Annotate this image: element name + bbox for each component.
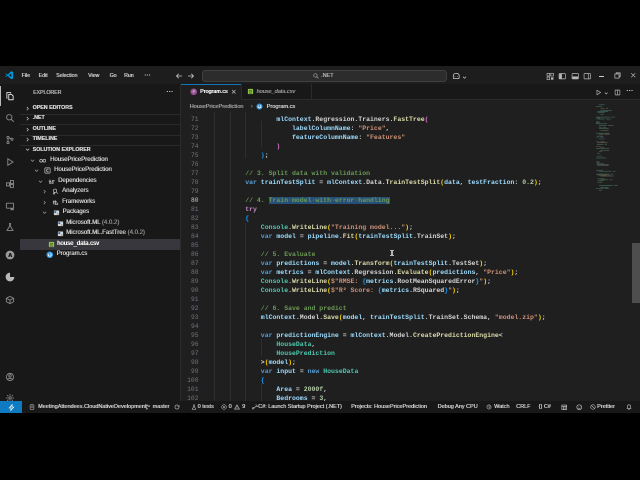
svg-text:A: A: [8, 253, 12, 259]
